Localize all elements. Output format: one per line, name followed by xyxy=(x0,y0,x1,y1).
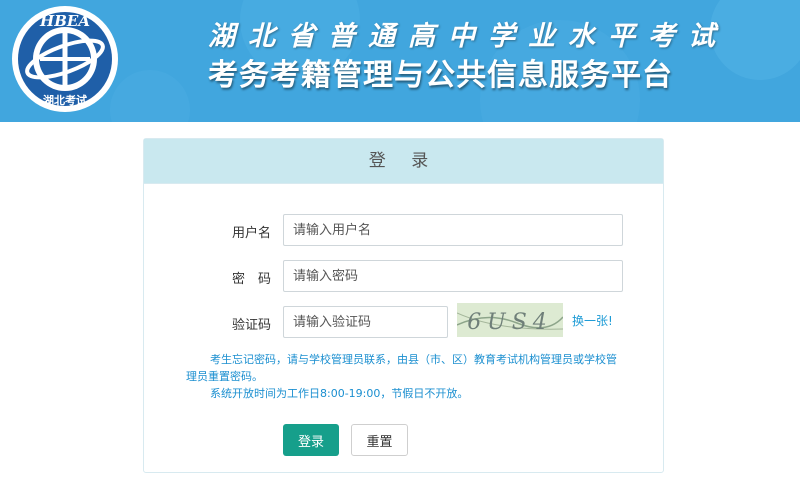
hbea-logo: HBEA 湖北考试 xyxy=(12,6,118,112)
site-title-line2: 考务考籍管理与公共信息服务平台 xyxy=(208,58,673,93)
username-label: 用户名 xyxy=(231,226,271,241)
notice-text: 考生忘记密码，请与学校管理员联系，由县（市、区）教育考试机构管理员或学校管理员重… xyxy=(186,351,626,402)
notice-forgot-password: 考生忘记密码，请与学校管理员联系，由县（市、区）教育考试机构管理员或学校管理员重… xyxy=(186,353,617,383)
captcha-text: 6US4 xyxy=(467,310,553,335)
captcha-input[interactable] xyxy=(283,306,448,338)
captcha-image[interactable]: 6US4 xyxy=(457,303,563,337)
username-input[interactable] xyxy=(283,214,623,246)
login-heading: 登 录 xyxy=(144,139,663,184)
logo-text-top: HBEA xyxy=(39,12,90,30)
header-banner: HBEA 湖北考试 湖北省普通高中学业水平考试 考务考籍管理与公共信息服务平台 xyxy=(0,0,800,122)
site-title-line1: 湖北省普通高中学业水平考试 xyxy=(208,21,728,52)
login-button[interactable]: 登录 xyxy=(283,424,339,456)
notice-open-hours: 系统开放时间为工作日8:00-19:00，节假日不开放。 xyxy=(210,387,469,400)
reset-button[interactable]: 重置 xyxy=(351,424,408,456)
logo-text-bottom: 湖北考试 xyxy=(43,93,87,107)
password-label: 密 码 xyxy=(231,272,271,287)
login-panel: 登 录 用户名 密 码 验证码 6US4 换一张! 考生忘记密码，请与学校管理员… xyxy=(143,138,664,473)
captcha-label: 验证码 xyxy=(231,318,271,333)
password-input[interactable] xyxy=(283,260,623,292)
refresh-captcha-link[interactable]: 换一张! xyxy=(572,312,613,329)
